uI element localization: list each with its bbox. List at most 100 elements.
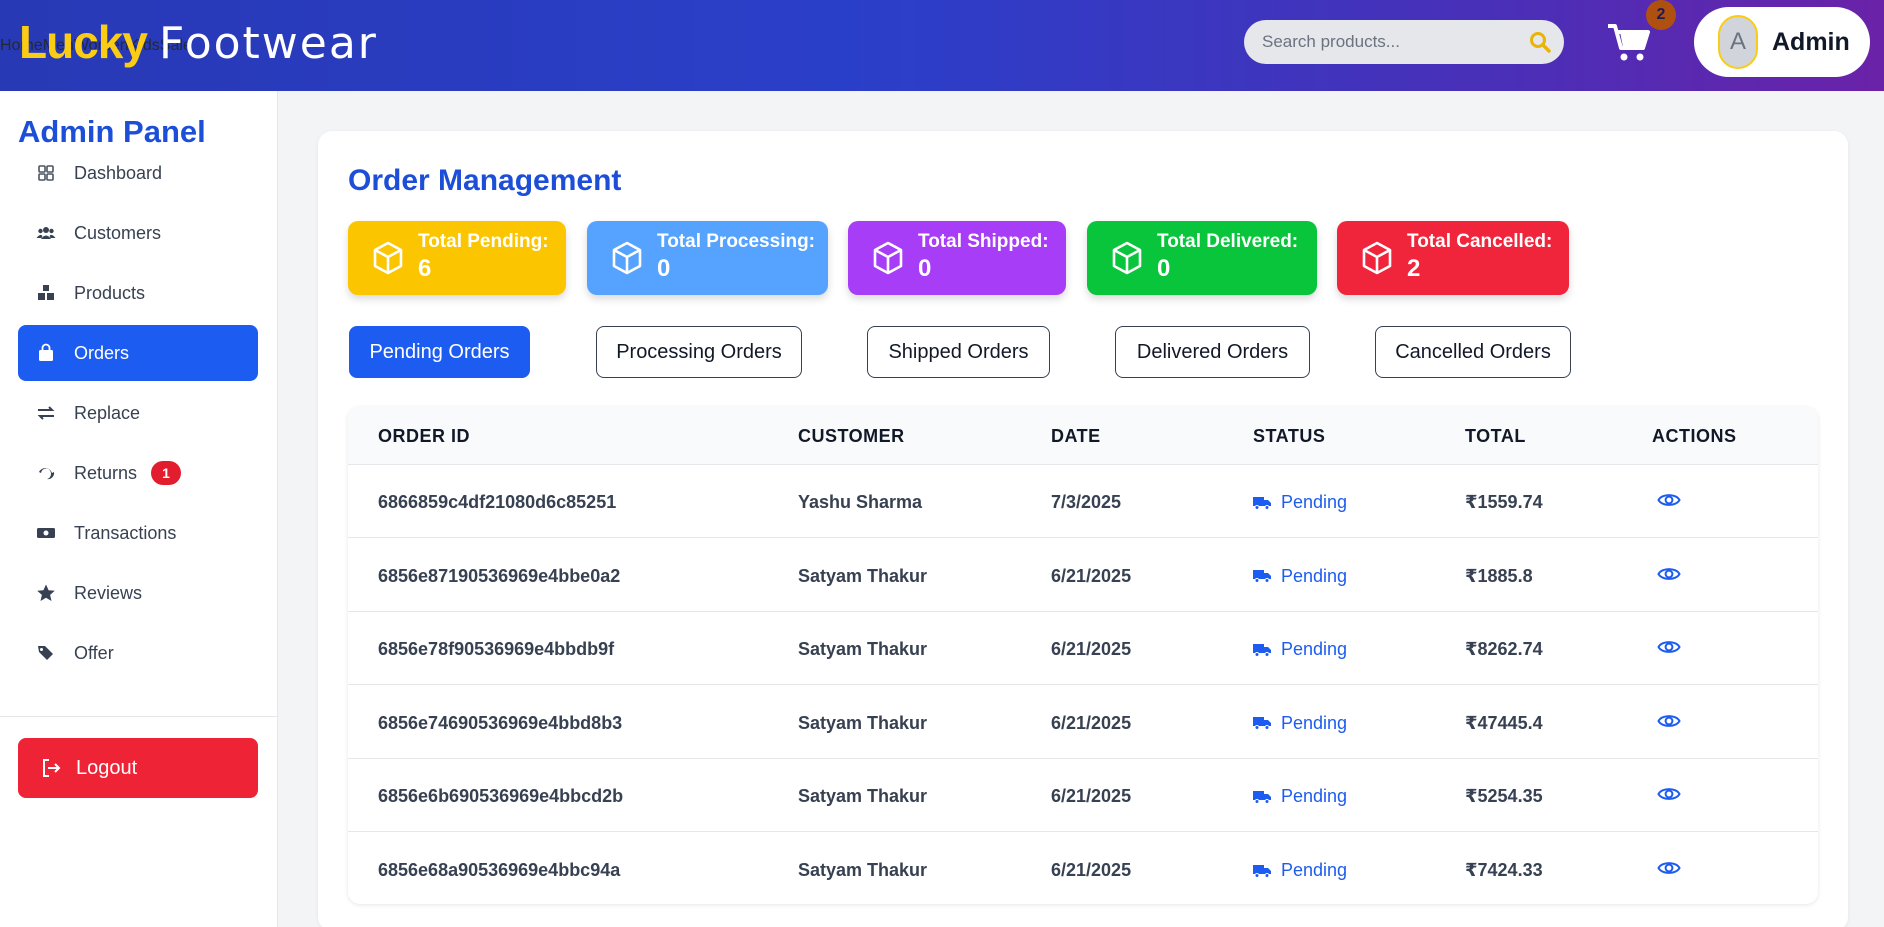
- sidebar-divider: [0, 716, 278, 717]
- column-header-customer: CUSTOMER: [798, 426, 905, 446]
- status-text: Pending: [1281, 860, 1348, 880]
- status-badge: Pending: [1253, 713, 1347, 734]
- table-row: 6856e87190536969e4bbe0a2 Satyam Thakur 6/2…: [348, 539, 1818, 612]
- order-id-cell: 6856e6b690536969e4bbcd2b: [378, 786, 624, 807]
- money-icon: [37, 528, 55, 538]
- customer-cell: Satyam Thakur: [798, 639, 928, 660]
- tab-processing-orders[interactable]: Processing Orders: [596, 326, 802, 378]
- table-row: 6856e74690536969e4bbd8b3 Satyam Thakur 6/2…: [348, 686, 1818, 759]
- brand-name-lucky: Lucky: [19, 16, 148, 68]
- date-cell: 6/21/2025: [1051, 860, 1132, 880]
- sidebar-item-label: Transactions: [74, 522, 177, 543]
- status-badge: Pending: [1253, 786, 1347, 807]
- total-cell: ₹5254.35: [1465, 786, 1543, 807]
- sidebar-item-reviews[interactable]: Reviews: [18, 565, 258, 621]
- page-title: Order Management: [348, 164, 622, 197]
- sidebar-item-label: Orders: [74, 342, 130, 363]
- sidebar-item-label: Replace: [74, 402, 141, 423]
- view-order-eye-icon[interactable]: [1657, 562, 1681, 586]
- sidebar-item-label: Dashboard: [74, 162, 163, 183]
- truck-icon: [1253, 570, 1271, 584]
- cart-icon[interactable]: [1606, 20, 1652, 64]
- total-cell: ₹7424.33: [1465, 860, 1543, 880]
- stat-value: 2: [1407, 255, 1421, 282]
- bag-icon: [39, 343, 53, 361]
- order-id-cell: 6866859c4df21080d6c85251: [378, 492, 617, 512]
- cube-icon: [873, 241, 903, 275]
- logout-button[interactable]: Logout: [18, 738, 258, 798]
- search-input[interactable]: [1262, 32, 1522, 52]
- status-badge: Pending: [1253, 639, 1347, 660]
- brand-logo[interactable]: Lucky Footwear: [19, 14, 378, 72]
- cube-icon: [1112, 241, 1142, 275]
- truck-icon: [1253, 643, 1271, 657]
- cube-icon: [373, 241, 403, 275]
- stat-total-delivered: Total Delivered: 0: [1087, 221, 1317, 295]
- user-name: Admin: [1772, 27, 1850, 56]
- user-menu-button[interactable]: A Admin: [1694, 7, 1870, 77]
- search-box: [1244, 20, 1564, 64]
- date-cell: 6/21/2025: [1051, 786, 1132, 807]
- order-id-cell: 6856e78f90536969e4bbdb9f: [378, 639, 615, 660]
- stat-total-pending: Total Pending: 6: [348, 221, 566, 295]
- date-cell: 6/21/2025: [1051, 565, 1132, 586]
- table-row: 6866859c4df21080d6c85251 Yashu Sharma 7/3/…: [348, 465, 1818, 538]
- date-cell: 7/3/2025: [1051, 492, 1122, 512]
- tab-delivered-orders[interactable]: Delivered Orders: [1115, 326, 1310, 378]
- status-badge: Pending: [1253, 492, 1347, 513]
- table-row: 6856e78f90536969e4bbdb9f Satyam Thakur 6/2…: [348, 612, 1818, 686]
- logout-label: Logout: [76, 756, 138, 779]
- total-cell: ₹8262.74: [1465, 639, 1543, 660]
- view-order-eye-icon[interactable]: [1657, 709, 1681, 733]
- view-order-eye-icon[interactable]: [1657, 488, 1681, 512]
- star-icon: [37, 584, 55, 601]
- status-badge: Pending: [1253, 566, 1347, 587]
- tab-cancelled-orders[interactable]: Cancelled Orders: [1375, 326, 1571, 378]
- orders-table: ORDER ID CUSTOMER DATE STATUS TOTAL ACTI…: [348, 407, 1818, 904]
- view-order-eye-icon[interactable]: [1657, 635, 1681, 659]
- tab-shipped-orders[interactable]: Shipped Orders: [867, 326, 1050, 378]
- date-cell: 6/21/2025: [1051, 639, 1132, 660]
- stat-label: Total Delivered:: [1157, 231, 1299, 252]
- users-icon: [36, 227, 56, 239]
- total-cell: ₹47445.4: [1465, 712, 1543, 733]
- sidebar-item-label: Returns: [74, 462, 138, 483]
- returns-count-badge: 1: [151, 461, 182, 485]
- column-header-total: TOTAL: [1465, 426, 1526, 446]
- sidebar-item-orders[interactable]: Orders: [18, 325, 258, 381]
- total-cell: ₹1559.74: [1465, 492, 1543, 512]
- customer-cell: Satyam Thakur: [798, 860, 928, 880]
- view-order-eye-icon[interactable]: [1657, 782, 1681, 806]
- cube-icon: [612, 241, 642, 275]
- sidebar-item-label: Offer: [74, 642, 114, 663]
- order-id-cell: 6856e87190536969e4bbe0a2: [378, 565, 621, 586]
- sidebar-item-dashboard[interactable]: Dashboard: [18, 145, 258, 201]
- sidebar-item-offer[interactable]: Offer: [18, 625, 258, 681]
- status-badge: Pending: [1253, 860, 1347, 881]
- stat-total-shipped: Total Shipped: 0: [848, 221, 1066, 295]
- order-id-cell: 6856e74690536969e4bbd8b3: [378, 712, 623, 733]
- logout-icon: [43, 759, 61, 777]
- truck-icon: [1253, 717, 1271, 731]
- sidebar-item-transactions[interactable]: Transactions: [18, 505, 258, 561]
- tab-pending-orders[interactable]: Pending Orders: [349, 326, 530, 378]
- search-icon[interactable]: [1528, 30, 1552, 54]
- top-navbar: LuckyFootwear Home Men Women Kids Sale 2…: [0, 0, 1884, 91]
- status-text: Pending: [1281, 712, 1348, 733]
- stat-label: Total Shipped:: [918, 231, 1049, 252]
- view-order-eye-icon[interactable]: [1657, 856, 1681, 880]
- status-text: Pending: [1281, 639, 1348, 660]
- column-header-date: DATE: [1051, 426, 1101, 446]
- table-header: ORDER ID CUSTOMER DATE STATUS TOTAL ACTI…: [348, 407, 1818, 465]
- table-row: 6856e68a90536969e4bbc94a Satyam Thakur 6/2…: [348, 833, 1818, 904]
- truck-icon: [1253, 790, 1271, 804]
- sidebar-item-returns[interactable]: Returns 1: [18, 445, 258, 501]
- stat-total-processing: Total Processing: 0: [587, 221, 828, 295]
- sidebar-item-replace[interactable]: Replace: [18, 385, 258, 441]
- sidebar-item-products[interactable]: Products: [18, 265, 258, 321]
- return-icon: [39, 468, 55, 480]
- sidebar-item-customers[interactable]: Customers: [18, 205, 258, 261]
- stat-total-cancelled: Total Cancelled: 2: [1337, 221, 1569, 295]
- truck-icon: [1253, 496, 1271, 510]
- cube-icon: [1362, 241, 1392, 275]
